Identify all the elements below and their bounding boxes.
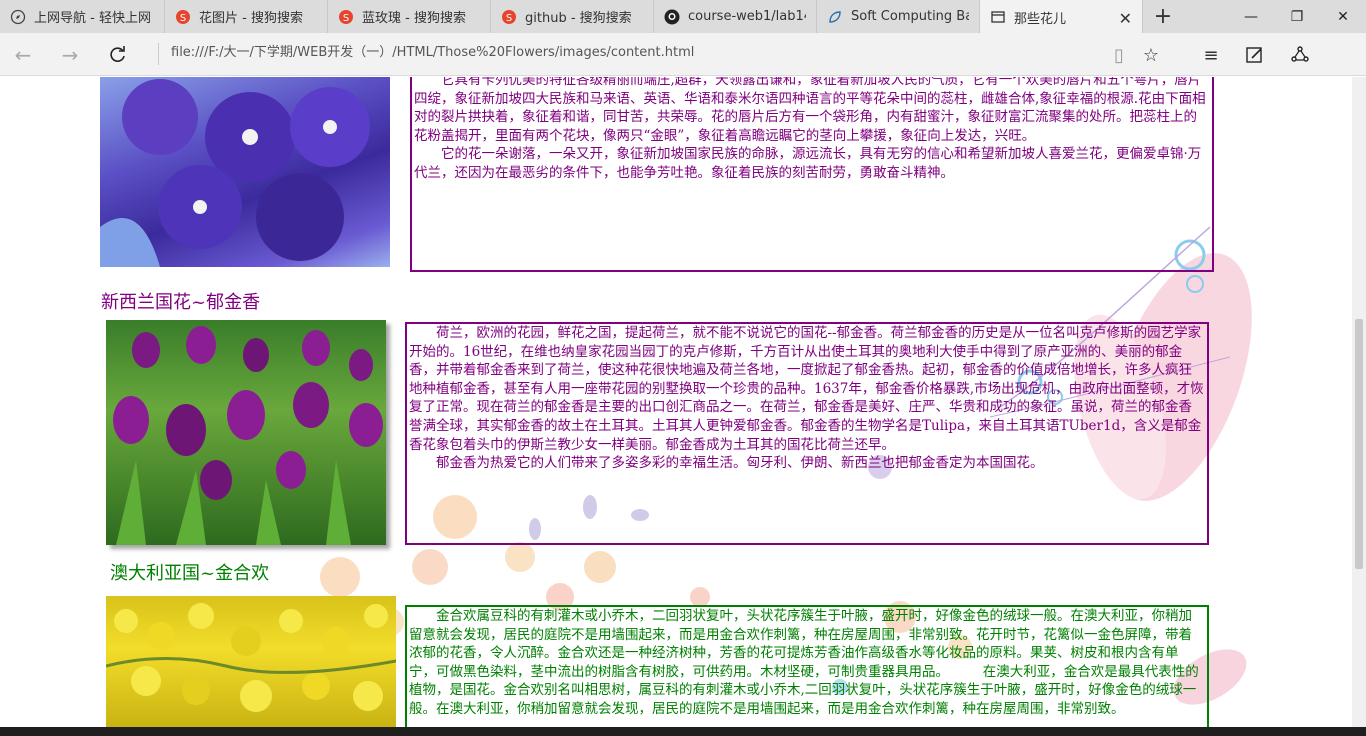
newzealand-title: 新西兰国花~郁金香 (101, 292, 261, 313)
tab-sogou-blue-rose[interactable]: S 蓝玫瑰 - 搜狗搜索 (328, 0, 491, 33)
minimize-button[interactable]: — (1228, 0, 1274, 33)
tab-nav[interactable]: 上网导航 - 轻快上网 (0, 0, 165, 33)
new-tab-button[interactable]: + (1143, 0, 1183, 33)
singapore-paragraph-1: 它具有卡列优美的特征各级精丽而端庄,超群，天领露出谦和，象征着新加坡人民的气质，… (414, 77, 1206, 144)
orchid-flowers-art (100, 79, 370, 267)
sogou-icon: S (338, 9, 354, 25)
share-button[interactable] (1286, 42, 1314, 68)
tulip-image (106, 320, 386, 545)
hub-icon: ≡ (1203, 44, 1219, 66)
favorite-button[interactable]: ☆ (1137, 42, 1165, 68)
vertical-scrollbar[interactable] (1352, 77, 1366, 727)
share-icon (1291, 46, 1309, 62)
scrollbar-thumb[interactable] (1355, 319, 1363, 569)
australia-paragraph-1: 金合欢属豆科的有刺灌木或小乔木，二回羽状复叶，头状花序簇生于叶腋，盛开时，好像金… (409, 608, 1199, 717)
orchid-image (100, 77, 390, 267)
singapore-paragraph-2: 它的花一朵谢落，一朵又开，象征新加坡国家民族的命脉，源远流长，具有无穷的信心和希… (414, 146, 1202, 181)
wattle-image (106, 596, 396, 727)
sogou-icon: S (501, 9, 517, 25)
back-button[interactable]: ← (8, 41, 38, 69)
page-viewport: 它具有卡列优美的特征各级精丽而端庄,超群，天领露出谦和，象征着新加坡人民的气质，… (0, 77, 1352, 727)
restore-button[interactable]: ❐ (1274, 0, 1320, 33)
tab-strip: 上网导航 - 轻快上网 S 花图片 - 搜狗搜索 S 蓝玫瑰 - 搜狗搜索 S … (0, 0, 1366, 34)
svg-text:S: S (343, 13, 349, 24)
refresh-icon (110, 46, 125, 62)
wattle-flowers-art (106, 603, 396, 712)
taskbar (0, 727, 1366, 736)
web-note-button[interactable] (1241, 42, 1269, 68)
refresh-button[interactable] (103, 41, 133, 69)
singapore-description-box: 它具有卡列优美的特征各级精丽而端庄,超群，天领露出谦和，象征着新加坡人民的气质，… (410, 77, 1214, 272)
australia-description-box: 金合欢属豆科的有刺灌木或小乔木，二回羽状复叶，头状花序簇生于叶腋，盛开时，好像金… (405, 605, 1209, 727)
forward-button[interactable]: → (55, 41, 85, 69)
tab-soft-computing[interactable]: Soft Computing Base (817, 0, 980, 33)
tulip-flowers-art (113, 326, 383, 545)
svg-text:S: S (180, 13, 186, 24)
close-window-button[interactable]: ✕ (1320, 0, 1366, 33)
reading-view-button[interactable]: ▯ (1105, 42, 1133, 68)
newzealand-paragraph-1: 荷兰，欧洲的花园，鲜花之国，提起荷兰，就不能不说说它的国花--郁金香。荷兰郁金香… (409, 325, 1204, 453)
tab-sogou-github[interactable]: S github - 搜狗搜索 (491, 0, 654, 33)
svg-text:S: S (506, 13, 512, 24)
pen-icon (1246, 47, 1262, 63)
star-icon: ☆ (1142, 44, 1160, 66)
hub-button[interactable]: ≡ (1197, 42, 1225, 68)
page-icon (990, 9, 1006, 25)
newzealand-paragraph-2: 郁金香为热爱它的人们带来了多姿多彩的幸福生活。匈牙利、伊朗、新西兰也把郁金香定为… (436, 455, 1044, 472)
leaf-icon (827, 9, 843, 25)
address-field[interactable]: file:///F:/大一/下学期/WEB开发（一）/HTML/Those%20… (158, 43, 1078, 65)
newzealand-description-box: 荷兰，欧洲的花园，鲜花之国，提起荷兰，就不能不说说它的国花--郁金香。荷兰郁金香… (405, 322, 1209, 545)
plus-icon: + (1153, 4, 1173, 29)
arrow-right-icon: → (61, 43, 79, 67)
github-icon (664, 9, 680, 25)
tab-those-flowers[interactable]: 那些花儿 ✕ (980, 0, 1143, 34)
australia-title: 澳大利亚国~金合欢 (110, 563, 270, 584)
compass-icon (10, 9, 26, 25)
tab-sogou-flowers[interactable]: S 花图片 - 搜狗搜索 (165, 0, 328, 33)
book-icon: ▯ (1114, 44, 1124, 66)
address-toolbar: ← → file:///F:/大一/下学期/WEB开发（一）/HTML/Thos… (0, 33, 1366, 76)
arrow-left-icon: ← (14, 43, 32, 67)
tab-github-lab[interactable]: course-web1/lab14.m (654, 0, 817, 33)
sogou-icon: S (175, 9, 191, 25)
close-tab-icon[interactable]: ✕ (1119, 9, 1132, 28)
